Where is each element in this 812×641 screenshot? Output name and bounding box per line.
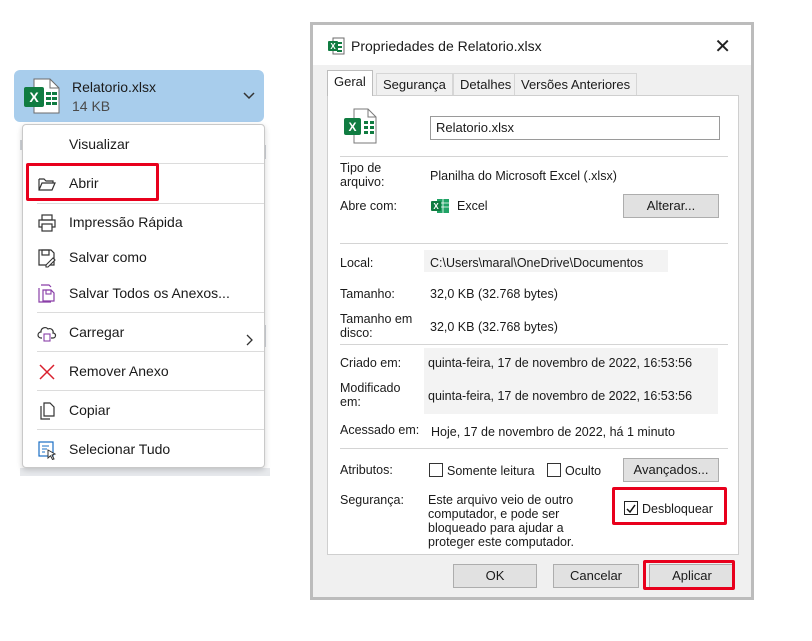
divider bbox=[340, 344, 728, 345]
printer-icon bbox=[37, 213, 57, 233]
disk-size-value: 32,0 KB (32.768 bytes) bbox=[430, 320, 558, 334]
chevron-down-icon[interactable] bbox=[242, 88, 256, 106]
opens-with-label: Abre com: bbox=[340, 199, 397, 213]
menu-separator bbox=[37, 390, 264, 391]
hidden-checkbox[interactable] bbox=[547, 463, 561, 477]
opens-with-value: Excel bbox=[457, 199, 488, 213]
menu-separator bbox=[37, 351, 264, 352]
divider bbox=[340, 243, 728, 244]
excel-icon: X bbox=[430, 197, 450, 220]
menu-item-copiar[interactable]: Copiar bbox=[23, 395, 264, 425]
created-value: quinta-feira, 17 de novembro de 2022, 16… bbox=[428, 356, 693, 370]
cloud-upload-icon bbox=[37, 323, 57, 343]
location-value: C:\Users\maral\OneDrive\Documentos bbox=[430, 256, 644, 270]
type-value: Planilha do Microsoft Excel (.xlsx) bbox=[430, 169, 617, 183]
excel-icon: X bbox=[327, 37, 345, 60]
attachment-filename: Relatorio.xlsx bbox=[72, 79, 157, 95]
menu-item-impressao-rapida[interactable]: Impressão Rápida bbox=[23, 207, 264, 237]
size-label: Tamanho: bbox=[340, 287, 395, 301]
divider bbox=[340, 448, 728, 449]
copy-icon bbox=[37, 401, 57, 421]
svg-text:X: X bbox=[330, 42, 336, 51]
menu-item-label: Salvar como bbox=[69, 249, 147, 265]
highlight-unblock bbox=[612, 487, 727, 525]
close-icon[interactable]: ✕ bbox=[714, 34, 731, 59]
menu-item-label: Copiar bbox=[69, 402, 111, 418]
menu-item-selecionar-tudo[interactable]: Selecionar Tudo bbox=[23, 434, 264, 464]
excel-file-icon: X bbox=[342, 108, 378, 149]
menu-item-label: Impressão Rápida bbox=[69, 214, 183, 230]
highlight-abrir bbox=[26, 163, 159, 201]
attachment-chip[interactable]: X Relatorio.xlsx 14 KB bbox=[14, 70, 264, 122]
dialog-titlebar: X Propriedades de Relatorio.xlsx ✕ bbox=[313, 25, 751, 65]
modified-value: quinta-feira, 17 de novembro de 2022, 16… bbox=[428, 389, 693, 403]
change-button[interactable]: Alterar... bbox=[623, 194, 719, 218]
advanced-button[interactable]: Avançados... bbox=[623, 458, 719, 482]
tab-detalhes[interactable]: Detalhes bbox=[453, 73, 519, 95]
accessed-label: Acessado em: bbox=[340, 423, 420, 437]
save-all-icon bbox=[37, 284, 57, 304]
excel-file-icon: X bbox=[22, 78, 62, 119]
disk-size-label: Tamanho em disco: bbox=[340, 312, 413, 340]
type-label: Tipo de arquivo: bbox=[340, 161, 385, 189]
menu-item-visualizar[interactable]: Visualizar bbox=[23, 129, 264, 159]
security-text: Este arquivo veio de outro computador, e… bbox=[428, 493, 574, 549]
svg-text:X: X bbox=[29, 89, 39, 105]
select-all-icon bbox=[37, 440, 57, 461]
menu-item-salvar-todos[interactable]: Salvar Todos os Anexos... bbox=[23, 278, 264, 308]
menu-separator bbox=[37, 429, 264, 430]
accessed-value: Hoje, 17 de novembro de 2022, há 1 minut… bbox=[431, 425, 675, 439]
tab-geral[interactable]: Geral bbox=[327, 70, 373, 96]
dialog-title: Propriedades de Relatorio.xlsx bbox=[351, 38, 542, 54]
menu-item-label: Salvar Todos os Anexos... bbox=[69, 285, 230, 301]
menu-item-label: Carregar bbox=[69, 324, 125, 340]
readonly-label: Somente leitura bbox=[447, 464, 535, 478]
menu-item-salvar-como[interactable]: Salvar como bbox=[23, 242, 264, 272]
menu-item-carregar[interactable]: Carregar bbox=[23, 317, 264, 347]
highlight-apply bbox=[643, 560, 735, 590]
size-value: 32,0 KB (32.768 bytes) bbox=[430, 287, 558, 301]
menu-item-label: Remover Anexo bbox=[69, 363, 169, 379]
menu-separator bbox=[37, 203, 264, 204]
close-icon bbox=[37, 362, 57, 382]
attachment-size: 14 KB bbox=[72, 98, 111, 114]
cancel-button[interactable]: Cancelar bbox=[553, 564, 639, 588]
menu-item-label: Visualizar bbox=[69, 136, 130, 152]
save-as-icon bbox=[37, 248, 57, 268]
svg-text:X: X bbox=[348, 120, 356, 134]
modified-label: Modificado em: bbox=[340, 381, 401, 409]
divider bbox=[340, 156, 728, 157]
menu-item-remover-anexo[interactable]: Remover Anexo bbox=[23, 356, 264, 386]
svg-text:X: X bbox=[433, 202, 439, 211]
created-label: Criado em: bbox=[340, 356, 402, 370]
menu-item-label: Selecionar Tudo bbox=[69, 441, 171, 457]
tab-versoes-anteriores[interactable]: Versões Anteriores bbox=[514, 73, 638, 95]
ok-button[interactable]: OK bbox=[453, 564, 537, 588]
menu-separator bbox=[37, 312, 264, 313]
location-label: Local: bbox=[340, 256, 374, 270]
tab-panel-geral: X Relatorio.xlsx Tipo de arquivo: Planil… bbox=[327, 95, 739, 555]
filename-input[interactable]: Relatorio.xlsx bbox=[430, 116, 720, 140]
security-label: Segurança: bbox=[340, 493, 404, 507]
tab-seguranca[interactable]: Segurança bbox=[376, 73, 453, 95]
attributes-label: Atributos: bbox=[340, 463, 393, 477]
hidden-label: Oculto bbox=[565, 464, 602, 478]
readonly-checkbox[interactable] bbox=[429, 463, 443, 477]
background-artifact bbox=[20, 468, 270, 476]
